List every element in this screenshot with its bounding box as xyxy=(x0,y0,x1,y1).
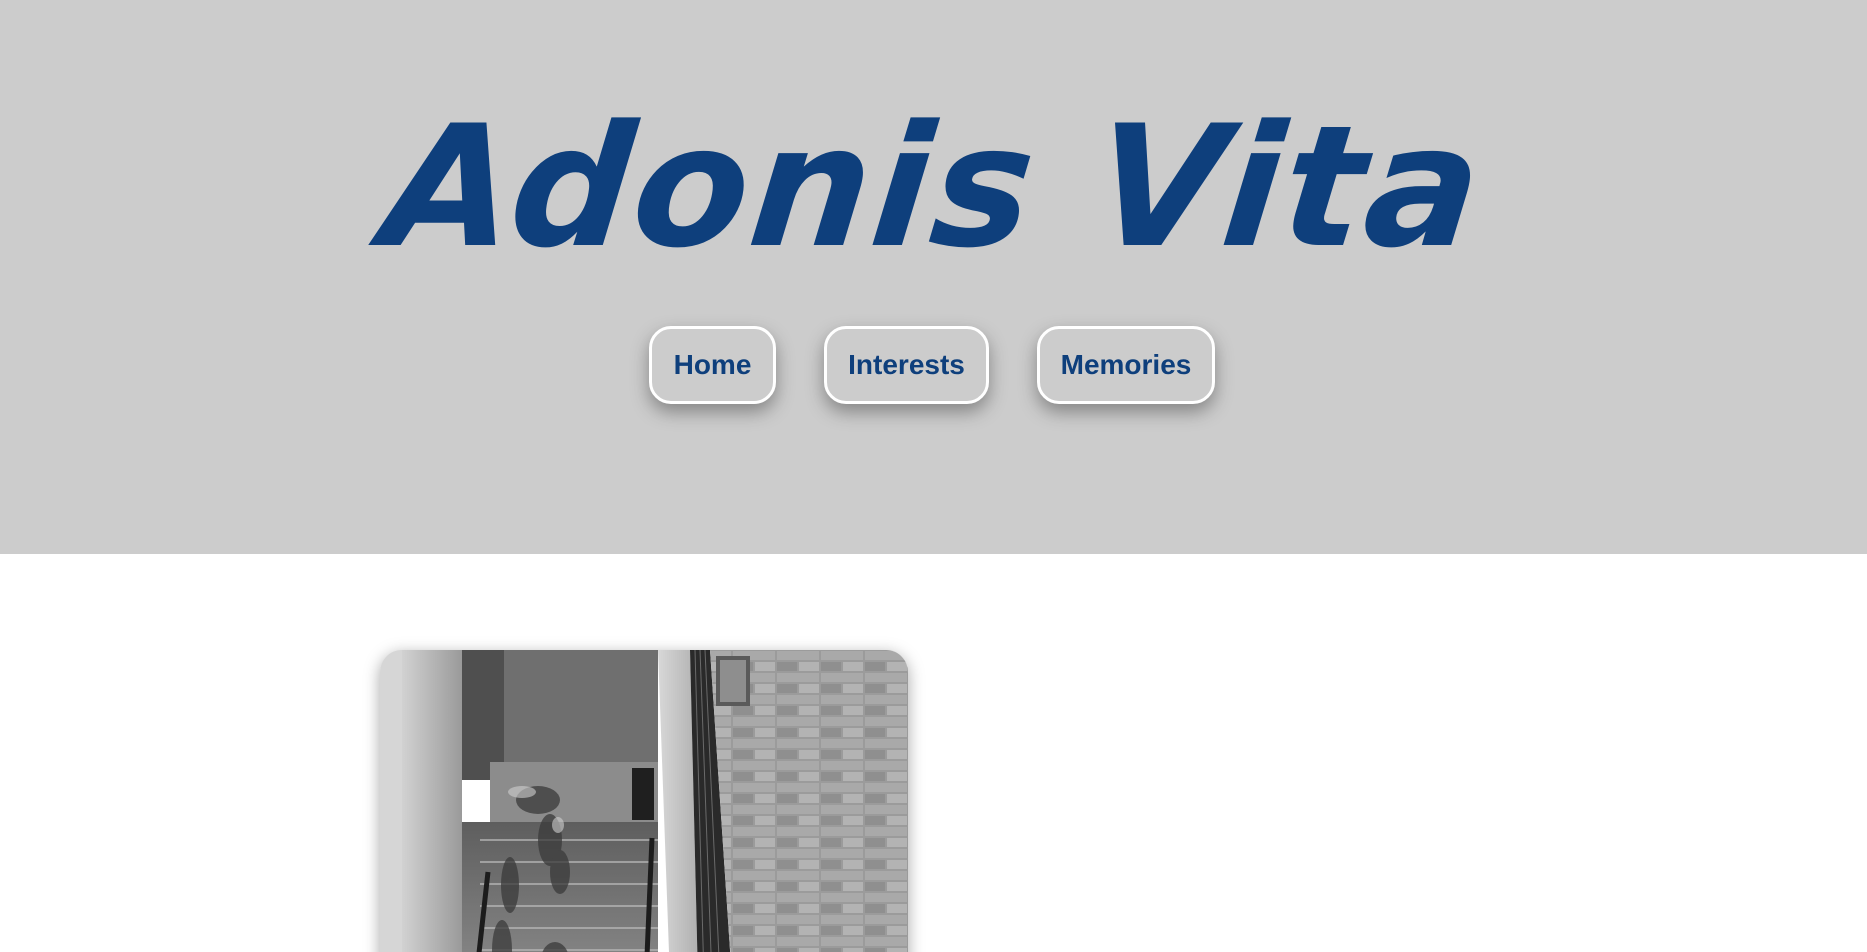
main-nav: Home Interests Memories xyxy=(0,326,1867,410)
nav-memories-button[interactable]: Memories xyxy=(1037,326,1215,404)
hero-header: Adonis Vita Home Interests Memories xyxy=(0,0,1867,554)
featured-photo xyxy=(380,650,908,952)
nav-interests-button[interactable]: Interests xyxy=(824,326,989,404)
stairs-photo-image xyxy=(380,650,908,952)
nav-home-button[interactable]: Home xyxy=(649,326,776,404)
site-title: Adonis Vita xyxy=(374,89,1493,285)
page: Adonis Vita Home Interests Memories xyxy=(0,0,1867,952)
